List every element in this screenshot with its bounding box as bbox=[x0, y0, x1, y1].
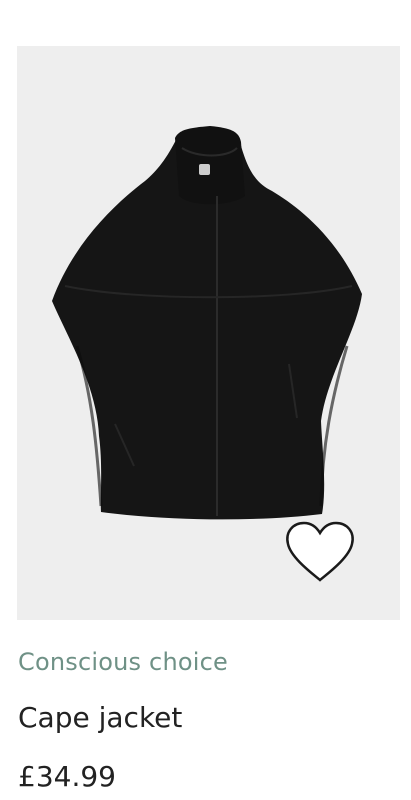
product-name[interactable]: Cape jacket bbox=[18, 701, 182, 734]
product-image[interactable] bbox=[17, 46, 400, 620]
product-card[interactable]: Conscious choice Cape jacket £34.99 bbox=[0, 0, 411, 800]
product-price: £34.99 bbox=[18, 760, 116, 793]
conscious-choice-badge: Conscious choice bbox=[18, 648, 228, 676]
heart-outline-icon bbox=[286, 521, 354, 582]
favorite-button[interactable] bbox=[283, 518, 357, 586]
